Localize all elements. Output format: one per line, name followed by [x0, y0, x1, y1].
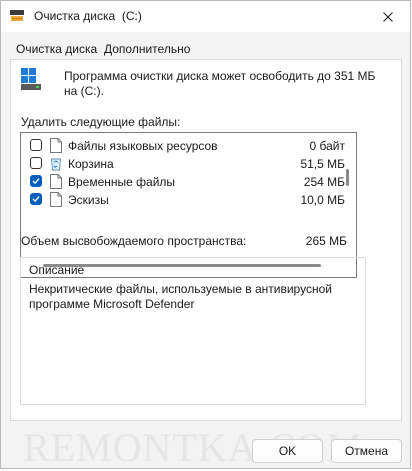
- list-item[interactable]: Эскизы 10,0 МБ: [21, 191, 345, 209]
- files-section-label: Удалить следующие файлы:: [21, 115, 181, 129]
- checkmark-icon: [32, 196, 40, 203]
- item-label: Временные файлы: [68, 175, 176, 189]
- title-bar[interactable]: Очистка диска (C:): [1, 1, 410, 32]
- total-space-label: Объем высвобождаемого пространства:: [21, 234, 247, 248]
- ok-button[interactable]: OK: [252, 439, 323, 463]
- close-icon: [383, 11, 393, 22]
- cancel-button[interactable]: Отмена: [331, 439, 402, 463]
- file-icon: [50, 138, 62, 153]
- file-icon: [50, 174, 62, 189]
- checkmark-icon: [32, 178, 40, 185]
- list-item[interactable]: Временные файлы 254 МБ: [21, 173, 345, 191]
- item-size: 254 МБ: [303, 175, 345, 189]
- item-size: 51,5 МБ: [300, 157, 345, 171]
- tab-disk-cleanup[interactable]: Очистка диска: [16, 42, 97, 56]
- tab-panel: Программа очистки диска может освободить…: [10, 59, 402, 421]
- description-text: Некритические файлы, используемые в анти…: [29, 282, 332, 311]
- vertical-scrollbar[interactable]: [346, 169, 349, 186]
- description-title: Описание: [29, 263, 85, 277]
- item-label: Файлы языковых ресурсов: [68, 139, 218, 153]
- tab-more-options[interactable]: Дополнительно: [104, 42, 190, 56]
- list-item[interactable]: Корзина 51,5 МБ: [21, 155, 345, 173]
- disk-cleanup-window: Очистка диска (C:) Очистка диска Дополни…: [0, 0, 411, 470]
- recycle-bin-icon: [50, 158, 62, 171]
- checkbox[interactable]: [30, 193, 42, 205]
- close-button[interactable]: [366, 1, 410, 32]
- list-item[interactable]: Файлы языковых ресурсов 0 байт: [21, 137, 345, 155]
- window-title: Очистка диска (C:): [34, 9, 142, 23]
- info-text: Программа очистки диска может освободить…: [64, 69, 376, 98]
- item-label: Эскизы: [68, 193, 109, 207]
- item-size: 10,0 МБ: [300, 193, 345, 207]
- total-space-value: 265 МБ: [305, 234, 347, 248]
- item-size: 0 байт: [309, 139, 345, 153]
- checkbox[interactable]: [30, 157, 42, 169]
- item-label: Корзина: [68, 157, 114, 171]
- description-group: Описание Некритические файлы, используем…: [20, 257, 366, 405]
- drive-icon: [21, 68, 41, 90]
- checkbox[interactable]: [30, 139, 42, 151]
- tab-strip: Очистка диска Дополнительно: [1, 32, 410, 59]
- file-icon: [50, 192, 62, 207]
- checkbox[interactable]: [30, 175, 42, 187]
- disk-cleanup-icon: [10, 10, 24, 21]
